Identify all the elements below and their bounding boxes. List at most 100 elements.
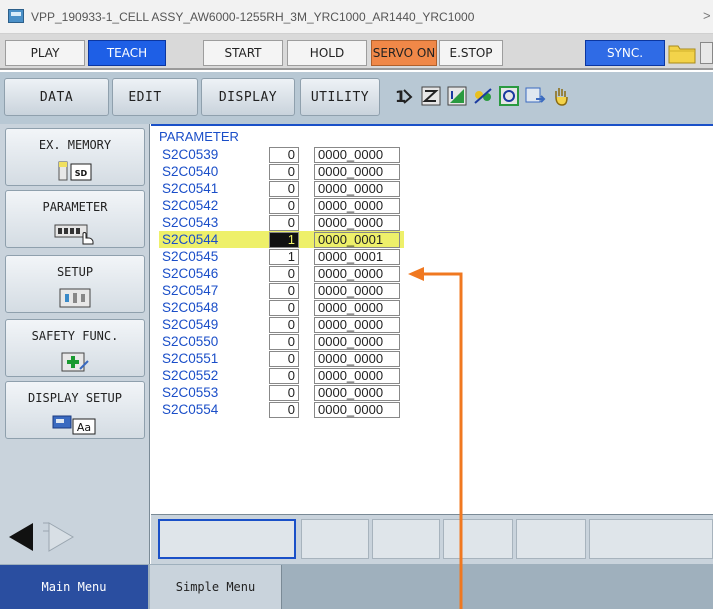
parameter-bits-field[interactable]: 0000_0000 — [314, 198, 400, 214]
parameter-row[interactable]: S2C0551 0 0000_0000 — [159, 350, 404, 367]
parameter-value-field[interactable]: 0 — [269, 368, 299, 384]
parameter-bits-field[interactable]: 0000_0000 — [314, 300, 400, 316]
hold-button[interactable]: HOLD — [287, 40, 367, 66]
parameter-name: S2C0546 — [162, 266, 219, 281]
parameter-row[interactable]: S2C0553 0 0000_0000 — [159, 384, 404, 401]
start-button[interactable]: START — [203, 40, 283, 66]
frame-icon[interactable] — [420, 85, 442, 107]
parameter-value-field[interactable]: 0 — [269, 181, 299, 197]
parameter-row[interactable]: S2C0554 0 0000_0000 — [159, 401, 404, 418]
parameter-bits-field[interactable]: 0000_0000 — [314, 266, 400, 282]
parameter-bits-field[interactable]: 0000_0000 — [314, 385, 400, 401]
parameter-bits-field[interactable]: 0000_0001 — [314, 232, 400, 248]
parameter-name: S2C0543 — [162, 215, 219, 230]
input-slot[interactable] — [301, 519, 369, 559]
estop-button[interactable]: E.STOP — [439, 40, 503, 66]
parameter-name: S2C0541 — [162, 181, 219, 196]
folder-icon[interactable] — [668, 42, 696, 64]
input-slot[interactable] — [589, 519, 713, 559]
menu-utility-button[interactable]: UTILITY — [300, 78, 380, 116]
parameter-row[interactable]: S2C0549 0 0000_0000 — [159, 316, 404, 333]
parameter-bits-field[interactable]: 0000_0000 — [314, 317, 400, 333]
parameter-bits-field[interactable]: 0000_0000 — [314, 351, 400, 367]
parameter-value-field[interactable]: 0 — [269, 215, 299, 231]
speed-icon[interactable] — [446, 85, 468, 107]
parameter-row[interactable]: S2C0543 0 0000_0000 — [159, 214, 404, 231]
hand-icon[interactable] — [550, 85, 572, 107]
parameter-bits-field[interactable]: 0000_0000 — [314, 283, 400, 299]
parameter-bits-field[interactable]: 0000_0000 — [314, 215, 400, 231]
parameter-row[interactable]: S2C0540 0 0000_0000 — [159, 163, 404, 180]
robot-icon[interactable] — [472, 85, 494, 107]
input-slot[interactable] — [516, 519, 586, 559]
setup-label: SETUP — [56, 265, 94, 279]
setup-icon — [58, 287, 92, 312]
parameter-value-field[interactable]: 0 — [269, 351, 299, 367]
parameter-button[interactable]: PARAMETER — [5, 190, 145, 248]
parameter-value-field[interactable]: 1 — [269, 249, 299, 265]
setup-button[interactable]: SETUP — [5, 255, 145, 313]
document-icon[interactable] — [700, 42, 713, 64]
sd-icon-text: SD — [75, 169, 88, 178]
menu-display-button[interactable]: DISPLAY — [201, 78, 295, 116]
parameter-value-field[interactable]: 0 — [269, 385, 299, 401]
display-setup-label: DISPLAY SETUP — [28, 391, 122, 405]
safety-plus-icon — [58, 351, 92, 376]
parameter-value-field[interactable]: 0 — [269, 317, 299, 333]
screen-arrow-icon[interactable] — [524, 85, 546, 107]
parameter-value-field[interactable]: 0 — [269, 402, 299, 418]
parameter-value-field[interactable]: 0 — [269, 164, 299, 180]
input-line-field[interactable] — [158, 519, 296, 559]
parameter-row[interactable]: S2C0542 0 0000_0000 — [159, 197, 404, 214]
display-setup-button[interactable]: DISPLAY SETUP Aa — [5, 381, 145, 439]
display-setup-icon: Aa — [51, 413, 99, 438]
coordinate-toggle-icon[interactable]: 1 — [394, 85, 416, 107]
tool-icon[interactable] — [498, 85, 520, 107]
input-slot[interactable] — [372, 519, 440, 559]
parameter-bits-field[interactable]: 0000_0000 — [314, 147, 400, 163]
back-arrow-icon[interactable] — [9, 523, 33, 551]
status-icons-group: 1 — [394, 82, 634, 110]
parameter-name: S2C0549 — [162, 317, 219, 332]
parameter-name: S2C0547 — [162, 283, 219, 298]
parameter-row-selected[interactable]: S2C0544 1 0000_0001 — [159, 231, 404, 248]
parameter-row[interactable]: S2C0552 0 0000_0000 — [159, 367, 404, 384]
tab-main-menu[interactable]: Main Menu — [0, 565, 148, 609]
parameter-list: S2C0539 0 0000_0000 S2C0540 0 0000_0000 … — [159, 146, 409, 418]
parameter-bits-field[interactable]: 0000_0001 — [314, 249, 400, 265]
teach-mode-button[interactable]: TEACH — [88, 40, 166, 66]
title-bar-more-icon[interactable]: > — [703, 8, 711, 23]
menu-edit-button[interactable]: EDIT — [112, 78, 198, 116]
parameter-name: S2C0544 — [162, 232, 219, 247]
safety-func-label: SAFETY FUNC. — [31, 329, 119, 343]
parameter-value-field[interactable]: 0 — [269, 283, 299, 299]
parameter-value-field[interactable]: 0 — [269, 266, 299, 282]
forward-arrow-icon[interactable] — [48, 522, 74, 552]
input-slot[interactable] — [443, 519, 513, 559]
parameter-row[interactable]: S2C0541 0 0000_0000 — [159, 180, 404, 197]
parameter-value-field[interactable]: 0 — [269, 300, 299, 316]
parameter-value-field[interactable]: 0 — [269, 198, 299, 214]
parameter-bits-field[interactable]: 0000_0000 — [314, 164, 400, 180]
menu-data-button[interactable]: DATA — [4, 78, 109, 116]
parameter-bits-field[interactable]: 0000_0000 — [314, 402, 400, 418]
parameter-value-field[interactable]: 0 — [269, 147, 299, 163]
sync-button[interactable]: SYNC. — [585, 40, 665, 66]
servo-on-button[interactable]: SERVO ON — [371, 40, 437, 66]
parameter-row[interactable]: S2C0547 0 0000_0000 — [159, 282, 404, 299]
parameter-row[interactable]: S2C0545 1 0000_0001 — [159, 248, 404, 265]
ex-memory-button[interactable]: EX. MEMORY SD — [5, 128, 145, 186]
parameter-bits-field[interactable]: 0000_0000 — [314, 181, 400, 197]
parameter-bits-field[interactable]: 0000_0000 — [314, 368, 400, 384]
page-title: PARAMETER — [159, 129, 239, 144]
parameter-row[interactable]: S2C0548 0 0000_0000 — [159, 299, 404, 316]
parameter-bits-field[interactable]: 0000_0000 — [314, 334, 400, 350]
parameter-row[interactable]: S2C0550 0 0000_0000 — [159, 333, 404, 350]
tab-simple-menu[interactable]: Simple Menu — [150, 565, 282, 609]
safety-func-button[interactable]: SAFETY FUNC. — [5, 319, 145, 377]
parameter-row[interactable]: S2C0546 0 0000_0000 — [159, 265, 404, 282]
play-mode-button[interactable]: PLAY — [5, 40, 85, 66]
parameter-value-field[interactable]: 0 — [269, 334, 299, 350]
parameter-value-field[interactable]: 1 — [269, 232, 299, 248]
parameter-row[interactable]: S2C0539 0 0000_0000 — [159, 146, 404, 163]
